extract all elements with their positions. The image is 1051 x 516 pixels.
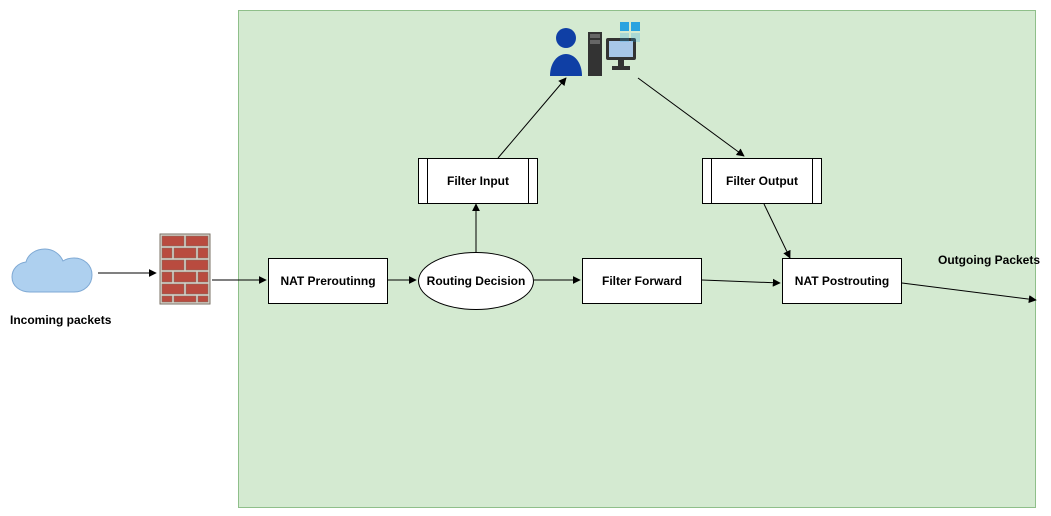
- edge-output-natpost: [764, 204, 790, 258]
- edges: [0, 0, 1051, 516]
- edge-input-user: [498, 78, 566, 158]
- diagram-stage: NAT Preroutinng Routing Decision Filter …: [0, 0, 1051, 516]
- edge-forward-natpost: [702, 280, 780, 283]
- edge-user-output: [638, 78, 744, 156]
- edge-natpost-out: [902, 283, 1036, 300]
